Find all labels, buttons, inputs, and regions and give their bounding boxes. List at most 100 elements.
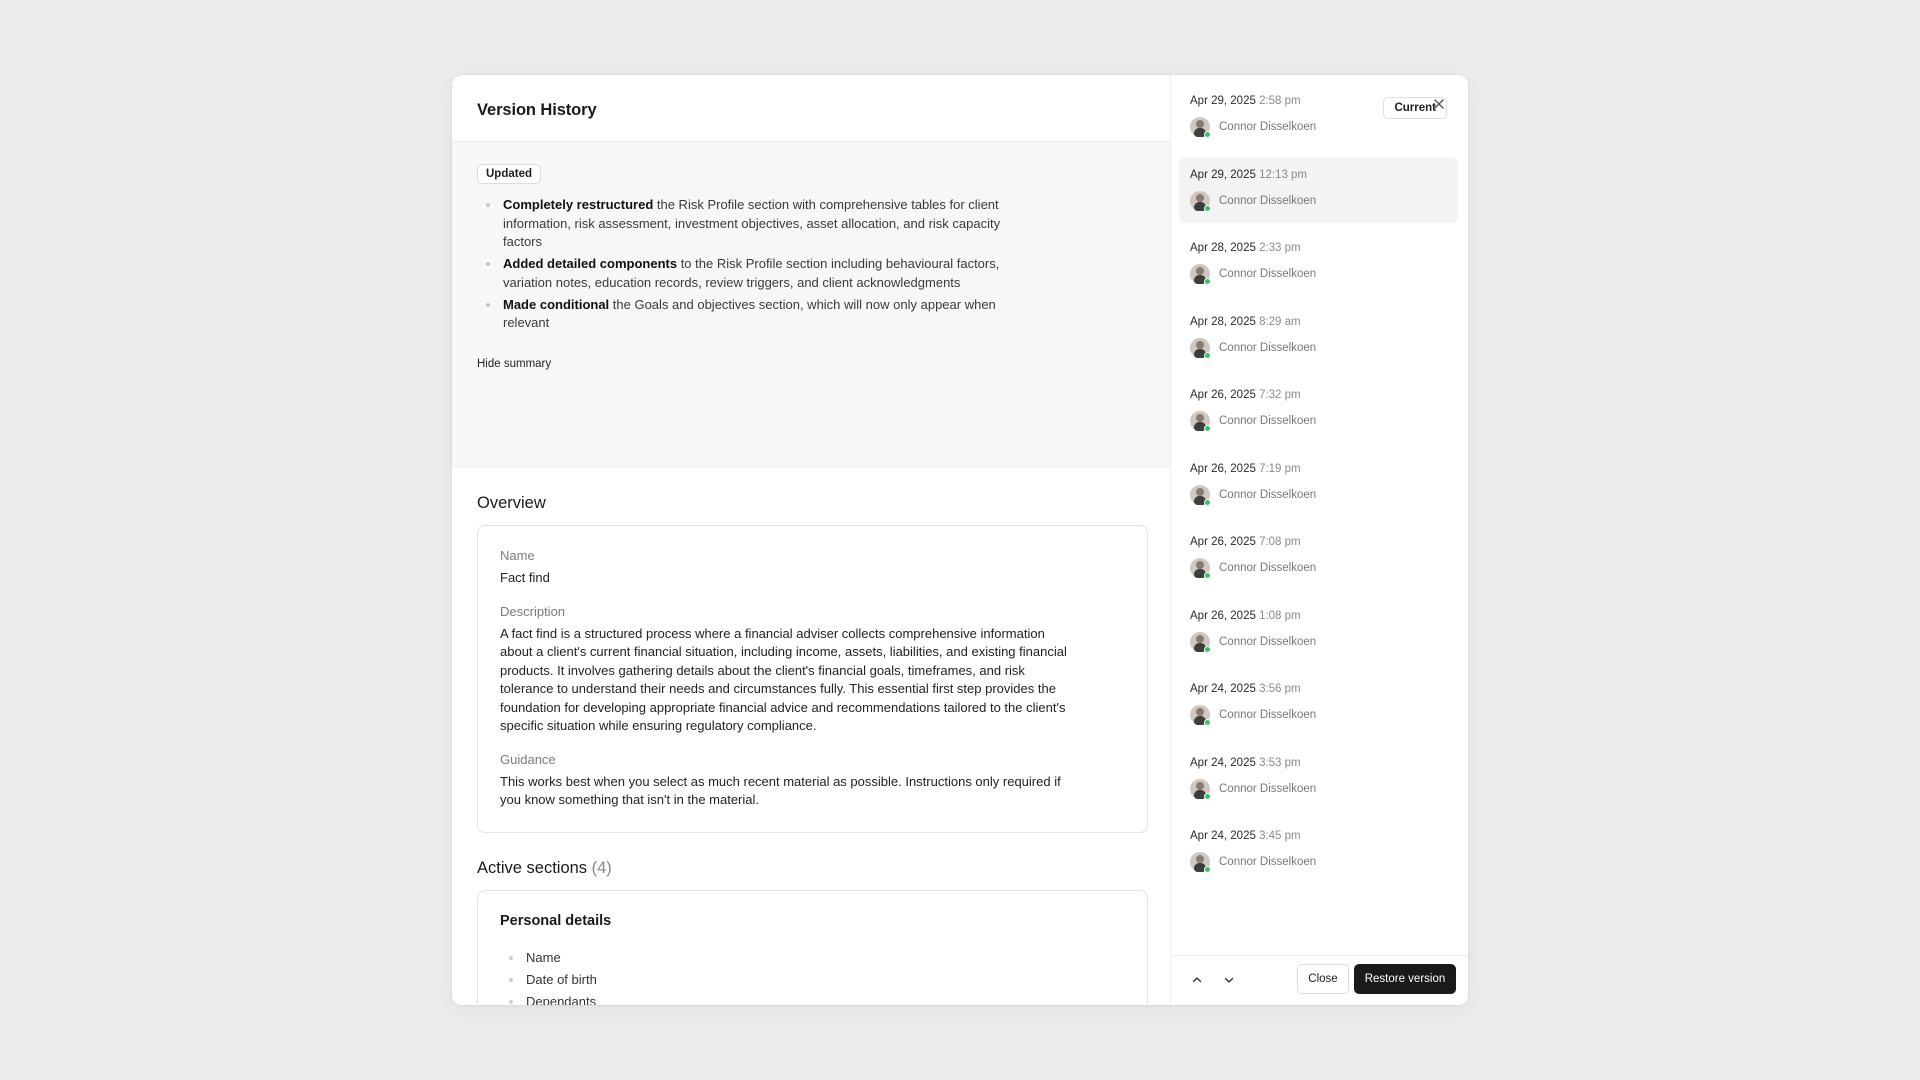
updated-badge: Updated [477, 164, 541, 184]
avatar [1190, 631, 1211, 653]
description-field: Description A fact find is a structured … [500, 604, 1125, 736]
modal-close-button[interactable] [1426, 91, 1452, 117]
previous-version-button[interactable] [1187, 970, 1207, 990]
version-user: Connor Disselkoen [1190, 411, 1447, 432]
personal-details-title: Personal details [500, 912, 612, 929]
description-value: A fact find is a structured process wher… [500, 625, 1067, 734]
version-user-name: Connor Disselkoen [1219, 782, 1317, 795]
version-item[interactable]: Apr 28, 2025 2:33 pm Connor Disselkoen [1179, 230, 1458, 296]
version-item[interactable]: Apr 24, 2025 3:45 pm Connor Disselkoen [1179, 818, 1458, 884]
avatar [1190, 337, 1211, 359]
online-status-icon [1204, 645, 1211, 653]
version-user-name: Connor Disselkoen [1219, 635, 1317, 648]
online-status-icon [1204, 866, 1211, 873]
version-item[interactable]: Apr 26, 2025 7:32 pm Connor Disselkoen [1179, 377, 1458, 443]
online-status-icon [1204, 425, 1211, 432]
version-date: Apr 29, 2025 12:13 pm [1190, 168, 1308, 181]
version-user: Connor Disselkoen [1190, 631, 1447, 653]
versions-pane: Apr 29, 2025 2:58 pm Connor Disselkoen C… [1170, 75, 1468, 1005]
version-item[interactable]: Apr 24, 2025 3:53 pm Connor Disselkoen [1179, 745, 1458, 811]
version-user-name: Connor Disselkoen [1219, 341, 1317, 354]
version-detail-pane: Updated Completely restructured the Risk… [452, 142, 1170, 1005]
version-date: Apr 28, 2025 8:29 am [1190, 315, 1301, 328]
guidance-field: Guidance This works best when you select… [500, 752, 1125, 810]
version-user: Connor Disselkoen [1190, 778, 1447, 800]
avatar [1190, 558, 1211, 579]
close-button[interactable]: Close [1297, 964, 1349, 994]
close-icon [1434, 99, 1444, 109]
chevron-down-icon [1224, 977, 1234, 983]
version-date: Apr 26, 2025 1:08 pm [1190, 609, 1301, 622]
active-sections-count: (4) [591, 858, 612, 877]
avatar [1190, 778, 1211, 800]
summary-item: Completely restructured the Risk Profile… [477, 196, 1037, 252]
hide-summary-link[interactable]: Hide summary [477, 358, 551, 370]
version-item[interactable]: Apr 26, 2025 7:19 pm Connor Disselkoen [1179, 451, 1458, 517]
avatar [1190, 264, 1211, 285]
version-item-selected[interactable]: Apr 29, 2025 12:13 pm Connor Disselkoen [1179, 156, 1458, 223]
summary-item-bold: Made conditional [503, 296, 610, 312]
restore-version-button[interactable]: Restore version [1354, 964, 1456, 994]
avatar [1190, 852, 1211, 873]
name-field: Name Fact find [500, 548, 1125, 588]
summary-item: Made conditional the Goals and objective… [477, 296, 1037, 333]
online-status-icon [1204, 131, 1211, 138]
version-user-name: Connor Disselkoen [1219, 709, 1317, 721]
summary-item-bold: Completely restructured [503, 197, 654, 212]
version-date: Apr 24, 2025 3:45 pm [1190, 830, 1301, 842]
personal-details-list: Name Date of birth Dependants [500, 947, 1125, 1005]
version-user: Connor Disselkoen [1190, 852, 1447, 873]
version-item[interactable]: Apr 28, 2025 8:29 am Connor Disselkoen [1179, 304, 1458, 370]
version-date: Apr 28, 2025 2:33 pm [1190, 242, 1301, 254]
version-date: Apr 26, 2025 7:19 pm [1190, 462, 1301, 475]
list-item: Name [500, 947, 1125, 969]
personal-details-card: Personal details Name Date of birth Depe… [477, 889, 1148, 1005]
name-label: Name [500, 548, 535, 563]
online-status-icon [1204, 719, 1211, 726]
chevron-up-icon [1192, 977, 1202, 983]
next-version-button[interactable] [1219, 970, 1239, 990]
version-date: Apr 26, 2025 7:32 pm [1190, 389, 1301, 401]
version-date: Apr 24, 2025 3:53 pm [1190, 756, 1301, 769]
list-item: Dependants [500, 991, 1125, 1005]
active-sections-title: Active sections (4) [477, 859, 1170, 878]
modal-title: Version History [477, 101, 597, 119]
guidance-label: Guidance [500, 751, 556, 767]
modal-header: Version History [452, 75, 1170, 142]
active-sections-label: Active sections [477, 858, 588, 877]
online-status-icon [1204, 498, 1211, 506]
version-item[interactable]: Apr 24, 2025 3:56 pm Connor Disselkoen [1179, 671, 1458, 737]
version-user-name: Connor Disselkoen [1219, 415, 1317, 427]
description-label: Description [500, 603, 566, 619]
list-item: Date of birth [500, 969, 1125, 991]
version-item[interactable]: Apr 26, 2025 7:08 pm Connor Disselkoen [1179, 524, 1458, 590]
summary-list: Completely restructured the Risk Profile… [477, 196, 1037, 333]
version-user: Connor Disselkoen [1190, 484, 1447, 506]
version-user-name: Connor Disselkoen [1219, 488, 1317, 501]
version-item[interactable]: Apr 29, 2025 2:58 pm Connor Disselkoen C… [1179, 83, 1458, 149]
guidance-value: This works best when you select as much … [500, 773, 1061, 808]
version-item[interactable]: Apr 26, 2025 1:08 pm Connor Disselkoen [1179, 598, 1458, 664]
overview-card: Name Fact find Description A fact find i… [477, 525, 1148, 833]
version-user-name: Connor Disselkoen [1219, 562, 1317, 574]
version-user-name: Connor Disselkoen [1219, 194, 1317, 207]
online-status-icon [1204, 204, 1211, 212]
version-history-modal: Version History Updated Completely restr… [452, 75, 1468, 1005]
online-status-icon [1204, 278, 1211, 285]
version-user: Connor Disselkoen [1190, 705, 1447, 726]
version-user: Connor Disselkoen [1190, 264, 1447, 285]
versions-footer: Close Restore version [1171, 955, 1468, 1005]
version-user: Connor Disselkoen [1190, 558, 1447, 579]
online-status-icon [1204, 792, 1211, 800]
version-date: Apr 24, 2025 3:56 pm [1190, 683, 1301, 695]
avatar [1190, 117, 1211, 138]
avatar [1190, 411, 1211, 432]
version-user-name: Connor Disselkoen [1219, 268, 1317, 280]
version-date: Apr 26, 2025 7:08 pm [1190, 536, 1301, 548]
change-summary: Updated Completely restructured the Risk… [452, 142, 1170, 468]
avatar [1190, 190, 1211, 212]
summary-item-bold: Added detailed components [503, 256, 678, 271]
version-user-name: Connor Disselkoen [1219, 121, 1317, 133]
online-status-icon [1204, 351, 1211, 359]
avatar [1190, 705, 1211, 726]
